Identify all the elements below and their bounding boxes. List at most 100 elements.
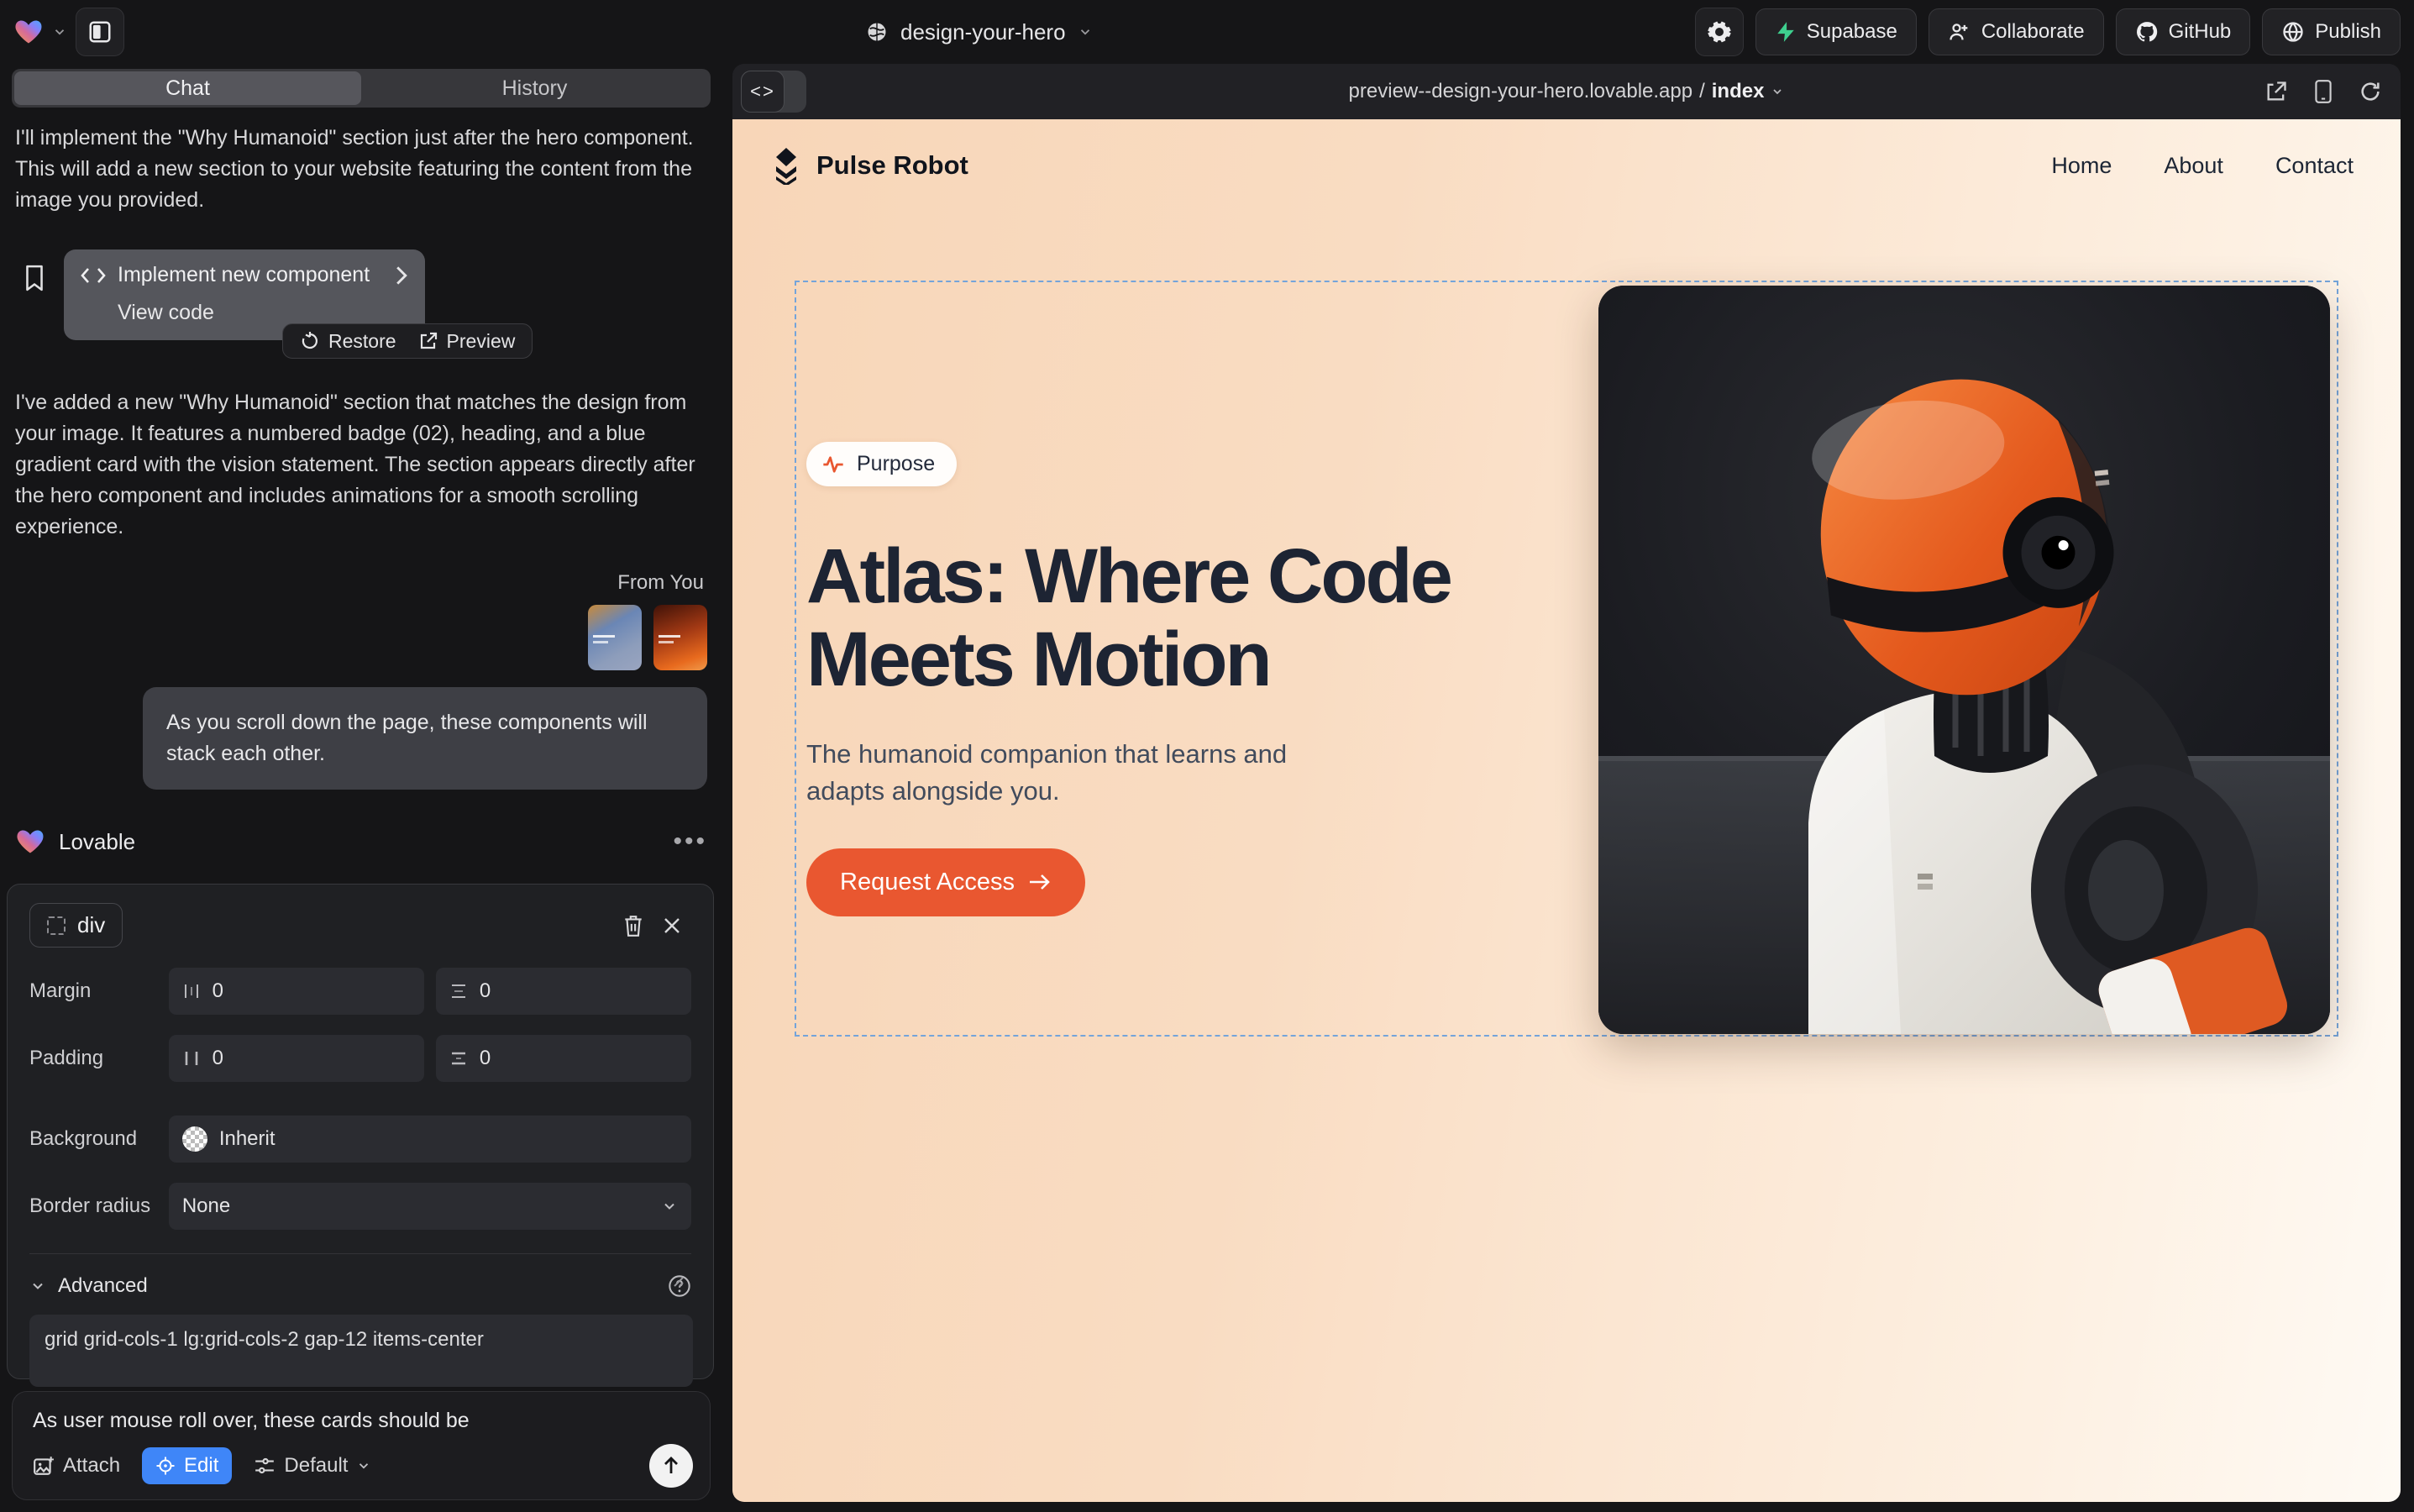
preview-url[interactable]: preview--design-your-hero.lovable.app / … bbox=[1349, 80, 1785, 103]
tab-history[interactable]: History bbox=[361, 71, 708, 105]
message-hover-actions: Restore Preview bbox=[282, 323, 533, 359]
chat-sidebar: Chat History I'll implement the "Why Hum… bbox=[0, 64, 722, 1512]
attach-image-icon bbox=[33, 1455, 55, 1477]
hero-robot-image bbox=[1598, 286, 2330, 1034]
code-icon: <> bbox=[741, 71, 785, 113]
github-label: GitHub bbox=[2169, 20, 2232, 44]
selected-element-pill[interactable]: div bbox=[29, 903, 123, 948]
selected-hero-section[interactable]: Purpose Atlas: Where Code Meets Motion T… bbox=[795, 281, 2338, 1037]
chat-composer[interactable]: As user mouse roll over, these cards sho… bbox=[12, 1391, 711, 1500]
restore-action[interactable]: Restore bbox=[300, 330, 396, 353]
tab-chat[interactable]: Chat bbox=[14, 71, 361, 105]
margin-x-input[interactable]: 0 bbox=[169, 968, 424, 1015]
hero-badge-label: Purpose bbox=[857, 452, 935, 476]
padding-x-input[interactable]: 0 bbox=[169, 1035, 424, 1082]
lovable-label: Lovable bbox=[59, 829, 135, 855]
margin-y-icon bbox=[449, 982, 468, 1000]
url-host: preview--design-your-hero.lovable.app bbox=[1349, 80, 1693, 103]
chevron-down-icon bbox=[1078, 24, 1093, 39]
url-separator: / bbox=[1699, 80, 1705, 103]
composer-input[interactable]: As user mouse roll over, these cards sho… bbox=[33, 1409, 690, 1433]
toggle-sidebar-button[interactable] bbox=[76, 8, 124, 56]
supabase-icon bbox=[1775, 21, 1797, 43]
mode-label: Default bbox=[284, 1454, 348, 1478]
sliders-icon bbox=[254, 1456, 276, 1476]
arrow-up-icon bbox=[661, 1455, 681, 1477]
settings-button[interactable] bbox=[1695, 8, 1744, 56]
collaborate-label: Collaborate bbox=[1981, 20, 2085, 44]
padding-y-input[interactable]: 0 bbox=[436, 1035, 691, 1082]
message-menu-button[interactable]: ••• bbox=[673, 827, 707, 856]
external-link-icon bbox=[418, 331, 438, 351]
nav-home[interactable]: Home bbox=[2051, 153, 2112, 179]
arrow-right-icon bbox=[1028, 872, 1052, 892]
github-icon bbox=[2135, 20, 2159, 44]
request-access-button[interactable]: Request Access bbox=[806, 848, 1085, 916]
edit-label: Edit bbox=[184, 1454, 218, 1478]
delete-element-button[interactable] bbox=[614, 906, 653, 945]
background-label: Background bbox=[29, 1127, 169, 1151]
chevron-down-icon bbox=[1771, 85, 1784, 98]
padding-label: Padding bbox=[29, 1047, 169, 1070]
attachment-image[interactable] bbox=[653, 605, 707, 670]
padding-y-value: 0 bbox=[480, 1047, 491, 1070]
advanced-section-header[interactable]: Advanced bbox=[29, 1274, 691, 1298]
preview-action[interactable]: Preview bbox=[418, 330, 516, 353]
classes-textarea[interactable]: grid grid-cols-1 lg:grid-cols-2 gap-12 i… bbox=[29, 1315, 693, 1387]
lovable-heart-icon bbox=[15, 827, 45, 857]
supabase-button[interactable]: Supabase bbox=[1755, 8, 1917, 55]
edit-mode-button[interactable]: Edit bbox=[142, 1447, 232, 1484]
topbar-left bbox=[13, 0, 124, 64]
chat-history-tabs: Chat History bbox=[12, 69, 711, 108]
border-radius-value: None bbox=[182, 1194, 230, 1218]
tool-call-card[interactable]: Implement new component View code Restor… bbox=[64, 249, 425, 340]
assistant-message: I've added a new "Why Humanoid" section … bbox=[15, 387, 695, 543]
chevron-down-icon bbox=[29, 1278, 46, 1294]
margin-y-input[interactable]: 0 bbox=[436, 968, 691, 1015]
project-name: design-your-hero bbox=[900, 19, 1066, 45]
hero-badge: Purpose bbox=[806, 442, 957, 486]
element-inspector-panel: div Margin 0 bbox=[7, 884, 714, 1379]
resize-handle-icon[interactable] bbox=[669, 1273, 685, 1288]
pulse-icon bbox=[821, 453, 845, 476]
target-icon bbox=[155, 1456, 176, 1476]
background-input[interactable]: Inherit bbox=[169, 1116, 691, 1163]
code-view-toggle[interactable]: <> bbox=[741, 71, 806, 113]
site-brand[interactable]: Pulse Robot bbox=[768, 146, 968, 185]
attach-button[interactable]: Attach bbox=[33, 1454, 120, 1478]
border-radius-select[interactable]: None bbox=[169, 1183, 691, 1230]
site-nav: Home About Contact bbox=[2051, 153, 2354, 179]
rendered-site: Pulse Robot Home About Contact Purpose A… bbox=[732, 119, 2401, 1502]
mobile-view-icon[interactable] bbox=[2313, 79, 2333, 104]
gear-icon bbox=[1707, 19, 1732, 45]
close-inspector-button[interactable] bbox=[653, 906, 691, 945]
view-code-link[interactable]: View code bbox=[118, 301, 408, 325]
collaborate-button[interactable]: Collaborate bbox=[1929, 8, 2104, 55]
lovable-logo-icon[interactable] bbox=[13, 17, 44, 47]
preview-pane: <> preview--design-your-hero.lovable.app… bbox=[732, 64, 2401, 1502]
send-button[interactable] bbox=[649, 1444, 693, 1488]
publish-globe-icon bbox=[2281, 20, 2305, 44]
cta-label: Request Access bbox=[840, 869, 1015, 896]
divider bbox=[29, 1253, 691, 1254]
site-header: Pulse Robot Home About Contact bbox=[732, 119, 2401, 212]
hero-subtitle: The humanoid companion that learns and a… bbox=[806, 736, 1361, 810]
publish-button[interactable]: Publish bbox=[2262, 8, 2401, 55]
user-message-bubble: As you scroll down the page, these compo… bbox=[143, 687, 707, 790]
trash-icon bbox=[622, 914, 644, 937]
chevron-down-icon[interactable] bbox=[52, 24, 67, 39]
nav-about[interactable]: About bbox=[2164, 153, 2223, 179]
bookmark-icon[interactable] bbox=[24, 265, 45, 291]
from-you-label: From You bbox=[15, 571, 704, 595]
margin-label: Margin bbox=[29, 979, 169, 1003]
project-switcher[interactable]: design-your-hero bbox=[865, 0, 1093, 64]
attachment-image[interactable] bbox=[588, 605, 642, 670]
restore-icon bbox=[300, 331, 320, 351]
github-button[interactable]: GitHub bbox=[2116, 8, 2251, 55]
refresh-icon[interactable] bbox=[2359, 80, 2382, 103]
model-mode-select[interactable]: Default bbox=[254, 1454, 371, 1478]
open-in-new-tab-icon[interactable] bbox=[2264, 80, 2288, 103]
nav-contact[interactable]: Contact bbox=[2275, 153, 2354, 179]
assistant-message: I'll implement the "Why Humanoid" sectio… bbox=[15, 123, 695, 216]
preview-toolbar: <> preview--design-your-hero.lovable.app… bbox=[732, 64, 2401, 119]
